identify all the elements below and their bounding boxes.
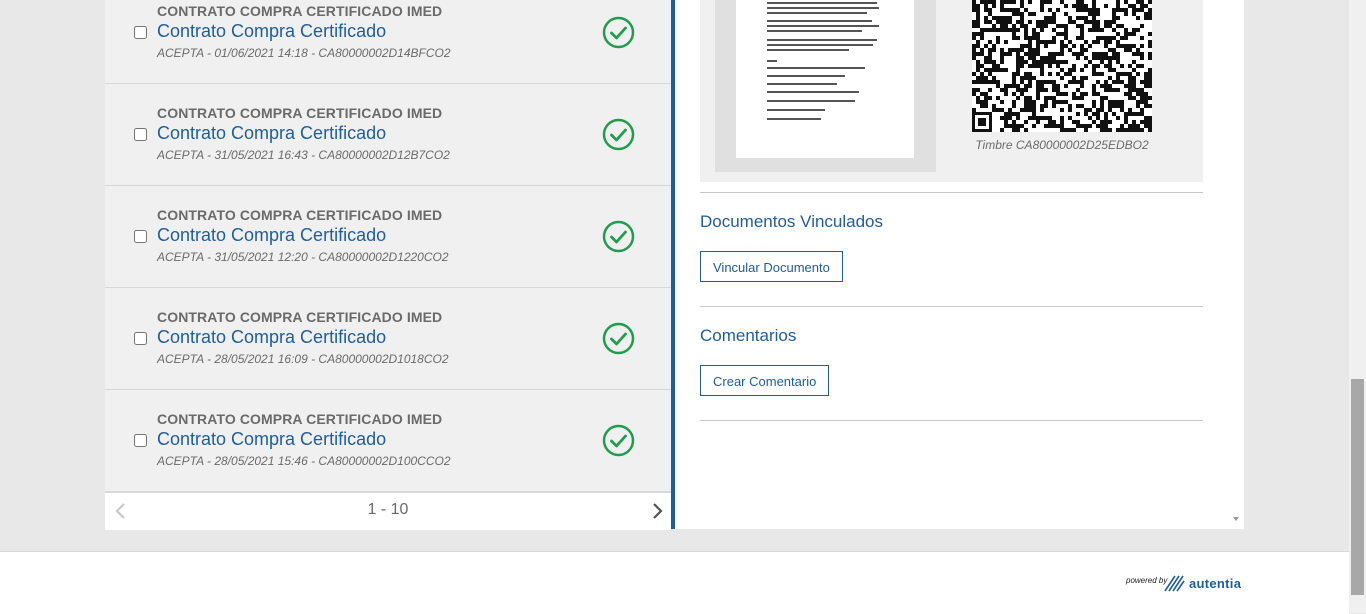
- select-checkbox[interactable]: [134, 26, 147, 39]
- qr-code-image: [972, 0, 1152, 132]
- document-title-link[interactable]: Contrato Compra Certificado: [157, 225, 386, 246]
- check-circle-icon: [602, 118, 635, 151]
- document-thumbnail-frame: [715, 0, 936, 172]
- document-meta: ACEPTA - 31/05/2021 12:20 - CA80000002D1…: [157, 250, 449, 264]
- autentia-logo-icon: [1164, 575, 1185, 592]
- document-title-link[interactable]: Contrato Compra Certificado: [157, 429, 386, 450]
- check-circle-icon: [602, 16, 635, 49]
- select-checkbox[interactable]: [134, 128, 147, 141]
- brand-name[interactable]: autentia: [1189, 576, 1241, 591]
- document-meta: ACEPTA - 01/06/2021 14:18 - CA80000002D1…: [157, 46, 451, 60]
- document-type: CONTRATO COMPRA CERTIFICADO IMED: [157, 207, 443, 223]
- section-divider: [700, 420, 1203, 421]
- check-circle-icon: [602, 424, 635, 457]
- list-item[interactable]: CONTRATO COMPRA CERTIFICADO IMED Contrat…: [105, 186, 671, 288]
- pagination: 1 - 10: [105, 492, 671, 530]
- select-checkbox[interactable]: [134, 230, 147, 243]
- select-checkbox[interactable]: [134, 332, 147, 345]
- check-circle-icon: [602, 322, 635, 355]
- document-title-link[interactable]: Contrato Compra Certificado: [157, 21, 386, 42]
- chevron-right-icon[interactable]: [649, 501, 665, 521]
- document-title-link[interactable]: Contrato Compra Certificado: [157, 327, 386, 348]
- document-thumbnail[interactable]: [736, 0, 914, 158]
- comments-title: Comentarios: [700, 326, 797, 345]
- list-item[interactable]: CONTRATO COMPRA CERTIFICADO IMED Contrat…: [105, 84, 671, 186]
- select-checkbox[interactable]: [134, 434, 147, 447]
- section-divider: [700, 306, 1203, 307]
- document-preview: Timbre CA80000002D25EDBO2: [700, 0, 1203, 182]
- list-item[interactable]: CONTRATO COMPRA CERTIFICADO IMED Contrat…: [105, 390, 671, 492]
- document-meta: ACEPTA - 28/05/2021 15:46 - CA80000002D1…: [157, 454, 451, 468]
- page-range: 1 - 10: [367, 501, 409, 518]
- document-title-link[interactable]: Contrato Compra Certificado: [157, 123, 386, 144]
- link-document-button[interactable]: Vincular Documento: [700, 251, 843, 282]
- timbre-label: Timbre CA80000002D25EDBO2: [975, 138, 1149, 152]
- document-meta: ACEPTA - 31/05/2021 16:43 - CA80000002D1…: [157, 148, 450, 162]
- footer: powered by autentia: [0, 551, 1349, 614]
- linked-documents-title: Documentos Vinculados: [700, 212, 884, 231]
- page-scrollbar-thumb[interactable]: [1351, 379, 1364, 595]
- document-type: CONTRATO COMPRA CERTIFICADO IMED: [157, 411, 443, 427]
- powered-by-label: powered by: [1126, 576, 1168, 585]
- scroll-down-icon[interactable]: [1232, 515, 1240, 523]
- document-type: CONTRATO COMPRA CERTIFICADO IMED: [157, 3, 443, 19]
- check-circle-icon: [602, 220, 635, 253]
- list-item[interactable]: CONTRATO COMPRA CERTIFICADO IMED Contrat…: [105, 288, 671, 390]
- section-divider: [700, 192, 1203, 193]
- document-type: CONTRATO COMPRA CERTIFICADO IMED: [157, 105, 443, 121]
- document-type: CONTRATO COMPRA CERTIFICADO IMED: [157, 309, 443, 325]
- list-item[interactable]: CONTRATO COMPRA CERTIFICADO IMED Contrat…: [105, 0, 671, 84]
- document-meta: ACEPTA - 28/05/2021 16:09 - CA80000002D1…: [157, 352, 449, 366]
- create-comment-button[interactable]: Crear Comentario: [700, 365, 830, 396]
- document-list: CONTRATO COMPRA CERTIFICADO IMED Contrat…: [105, 0, 671, 529]
- document-detail: Timbre CA80000002D25EDBO2 Documentos Vin…: [675, 0, 1244, 529]
